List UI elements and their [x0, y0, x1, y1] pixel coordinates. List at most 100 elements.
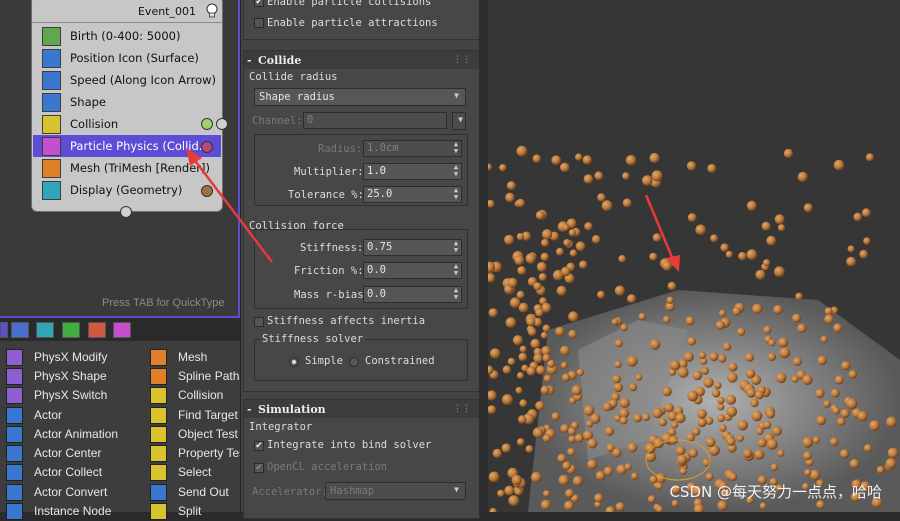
spinner-icon[interactable]: ▲ ▼	[451, 164, 461, 179]
simulation-rollout-header[interactable]: - Simulation ⋮⋮	[244, 400, 479, 418]
particle	[488, 273, 496, 283]
particle	[571, 384, 583, 396]
particle	[751, 410, 763, 422]
particle	[526, 317, 536, 327]
simulation-rollout: - Simulation ⋮⋮ Integrator ✔ Integrate i…	[243, 399, 480, 519]
particle	[575, 433, 584, 443]
mass-bias-field[interactable]: 0.0 ▲ ▼	[363, 286, 462, 303]
operator-collision[interactable]: Collision	[40, 113, 218, 135]
depot-tab[interactable]	[36, 322, 54, 338]
spinner-icon[interactable]: ▲ ▼	[451, 263, 461, 278]
particle	[584, 222, 593, 231]
particle	[611, 318, 619, 326]
collide-rollout-header[interactable]: - Collide ⋮⋮	[244, 51, 479, 69]
particle	[624, 463, 632, 471]
depot-tab[interactable]	[88, 322, 106, 338]
depot-tab[interactable]	[113, 322, 131, 338]
particle	[670, 360, 681, 371]
particle	[488, 405, 496, 414]
spinner-icon[interactable]: ▲ ▼	[451, 187, 461, 202]
enable-collisions-checkbox[interactable]: ✔	[254, 0, 264, 7]
radius-field[interactable]: 1.0cm ▲ ▼	[363, 140, 462, 157]
physx-modify-icon	[6, 349, 23, 366]
drag-handle-icon[interactable]: ⋮⋮	[453, 404, 471, 414]
particle	[752, 303, 763, 314]
particle	[774, 214, 785, 225]
operator-label: Speed (Along Icon Arrow)	[70, 73, 217, 87]
particle	[745, 352, 755, 362]
particle	[720, 243, 729, 252]
particle	[571, 421, 579, 430]
collision-output-port[interactable]	[201, 118, 213, 130]
operator-position-icon[interactable]: Position Icon (Surface)	[40, 47, 218, 69]
channel-dropdown[interactable]: ▼	[452, 112, 466, 130]
event-output-port[interactable]	[216, 118, 228, 130]
actor-convert-icon	[6, 484, 23, 501]
stiffness-field[interactable]: 0.75 ▲ ▼	[363, 239, 462, 256]
event-header[interactable]: Event_001	[32, 0, 222, 23]
drag-handle-icon[interactable]: ⋮⋮	[453, 55, 471, 65]
constrained-radio[interactable]	[349, 357, 359, 367]
operator-speed[interactable]: Speed (Along Icon Arrow)	[40, 69, 218, 91]
particle-view[interactable]: Event_001 Birth (0-400: 5000) Position I…	[0, 0, 240, 318]
particle	[516, 232, 525, 241]
particle	[772, 426, 782, 437]
opencl-checkbox[interactable]: ✔	[254, 463, 264, 473]
particle	[773, 305, 783, 315]
operator-label: Display (Geometry)	[70, 183, 183, 197]
event-input-port[interactable]	[120, 206, 132, 218]
simple-radio[interactable]	[289, 357, 299, 367]
operator-shape[interactable]: Shape	[40, 91, 218, 113]
particle	[535, 401, 545, 411]
particle	[754, 390, 764, 400]
particle	[717, 414, 725, 423]
spinner-icon[interactable]: ▲ ▼	[451, 240, 461, 255]
spinner-icon[interactable]: ▲ ▼	[451, 141, 461, 156]
depot-tab[interactable]	[62, 322, 80, 338]
panel-scrollbar[interactable]	[479, 0, 488, 512]
particle	[710, 234, 718, 243]
shape-icon	[42, 93, 61, 112]
operator-birth[interactable]: Birth (0-400: 5000)	[40, 25, 218, 47]
operator-particle-physics[interactable]: Particle Physics (Collid...	[33, 135, 221, 157]
particle	[778, 337, 789, 348]
particle	[746, 200, 757, 211]
event-node[interactable]: Event_001 Birth (0-400: 5000) Position I…	[31, 0, 223, 212]
stiffness-inertia-checkbox[interactable]	[254, 317, 264, 327]
particle	[497, 489, 505, 498]
collapse-icon: -	[247, 54, 252, 67]
radius-type-dropdown[interactable]: Shape radius ▼	[254, 88, 466, 106]
tolerance-field[interactable]: 25.0 ▲ ▼	[363, 186, 462, 203]
mass-bias-label: Mass r-bias:	[294, 289, 370, 301]
particle	[551, 155, 561, 165]
particle	[572, 475, 583, 487]
depot-tab[interactable]	[11, 322, 29, 338]
lightbulb-icon[interactable]	[206, 3, 218, 19]
particle	[530, 338, 541, 349]
operator-mesh[interactable]: Mesh (TriMesh [Render])	[40, 157, 218, 179]
spinner-icon[interactable]: ▲ ▼	[451, 287, 461, 302]
3d-viewport[interactable]: CSDN @每天努力一点点，哈哈	[488, 0, 900, 512]
particle	[795, 292, 803, 301]
particle	[662, 261, 672, 271]
collide-rollout: - Collide ⋮⋮ Collide radius Shape radius…	[243, 50, 480, 392]
particle	[488, 163, 492, 171]
particle	[615, 339, 623, 348]
accelerator-dropdown[interactable]: Hashmap ▼	[325, 482, 466, 500]
display-output-port[interactable]	[201, 185, 213, 197]
depot-tab[interactable]	[0, 322, 8, 338]
particle	[705, 472, 714, 481]
operator-display[interactable]: Display (Geometry)	[40, 179, 218, 201]
physics-output-port[interactable]	[201, 141, 213, 153]
integrate-bind-checkbox[interactable]: ✔	[254, 441, 264, 451]
multiplier-field[interactable]: 1.0 ▲ ▼	[363, 163, 462, 180]
particle	[562, 223, 570, 232]
particle	[830, 388, 840, 398]
enable-attractions-checkbox[interactable]	[254, 18, 264, 28]
particle	[703, 377, 714, 388]
particle	[728, 472, 738, 482]
particle	[514, 255, 525, 266]
particle	[820, 335, 828, 343]
channel-field[interactable]: 0	[303, 112, 447, 129]
friction-field[interactable]: 0.0 ▲ ▼	[363, 262, 462, 279]
